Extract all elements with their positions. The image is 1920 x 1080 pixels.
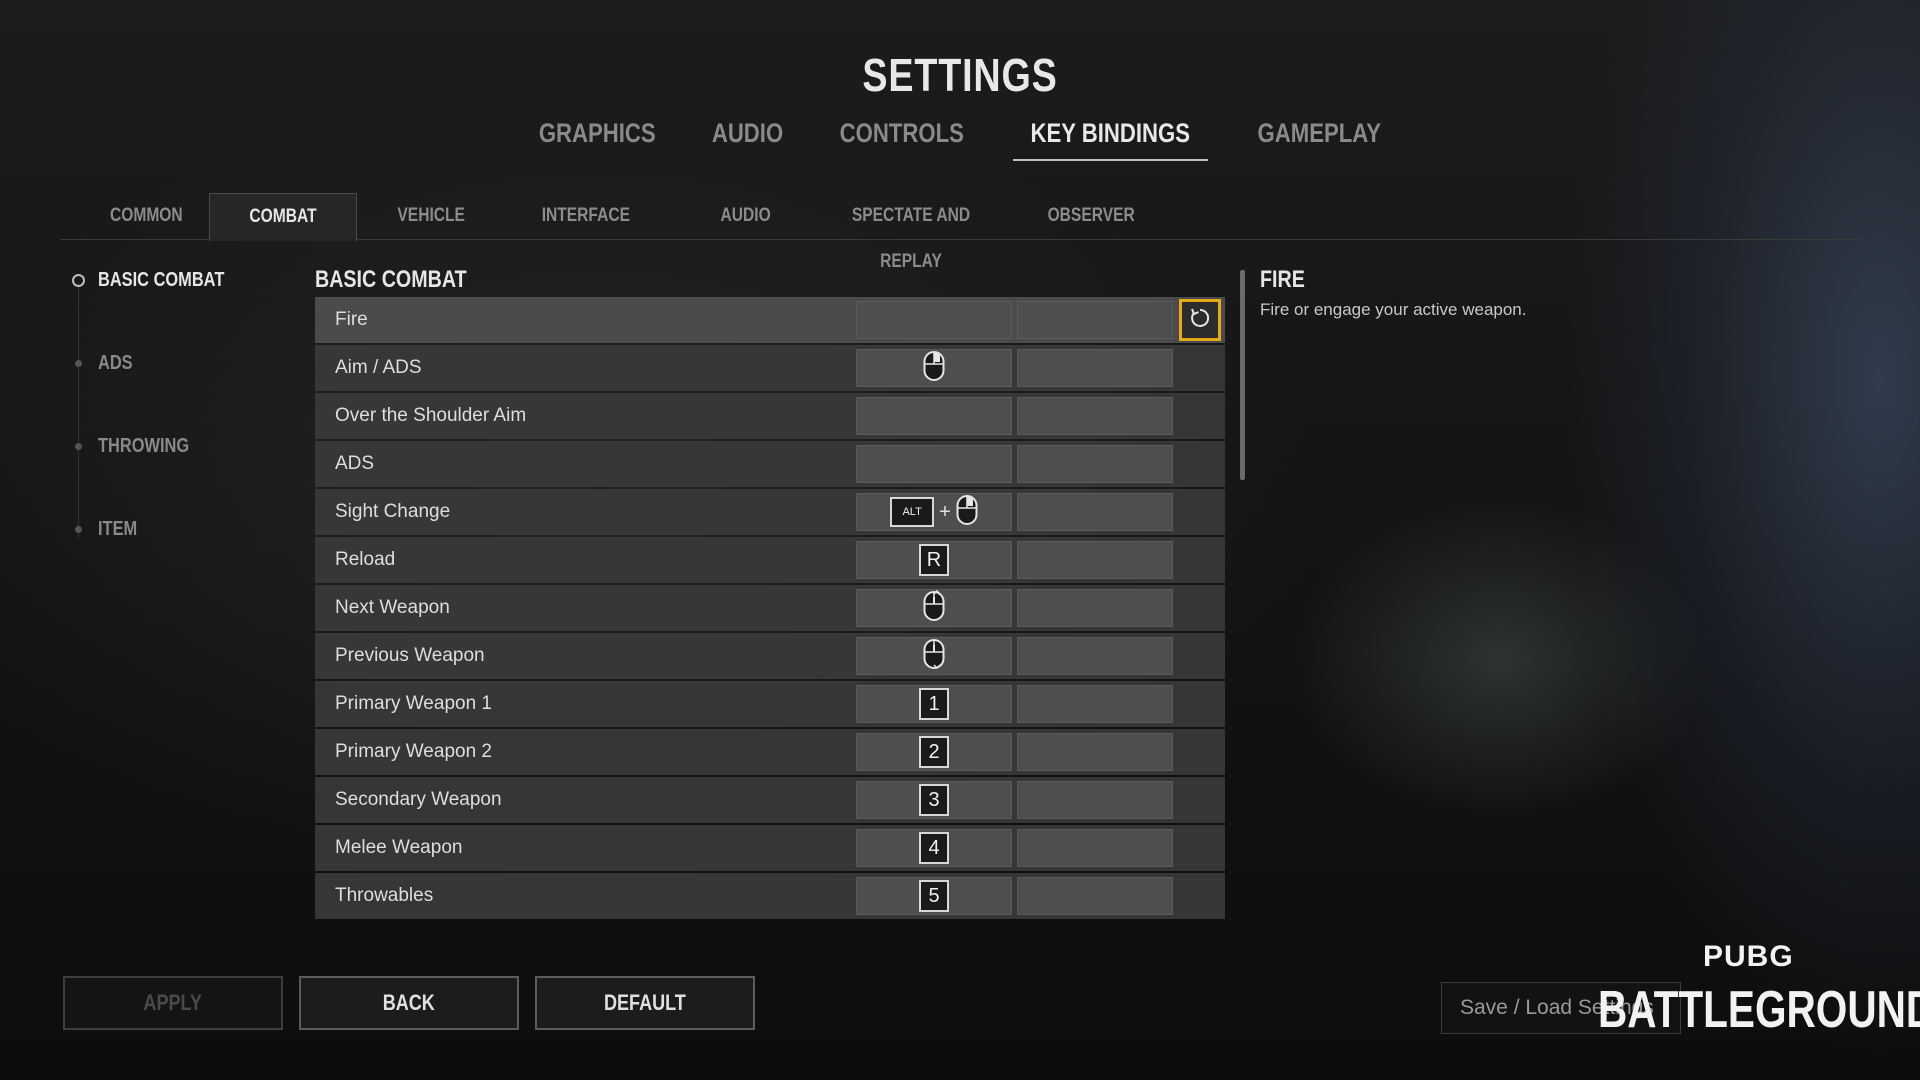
- keybinding-row[interactable]: Previous Weapon: [315, 633, 1225, 679]
- secondary-binding-slot[interactable]: [1017, 877, 1173, 915]
- primary-binding-slot[interactable]: [856, 349, 1012, 387]
- pubg-battlegrounds-logo: PUBG BATTLEGROUNDS: [1598, 940, 1920, 1040]
- scrollbar[interactable]: [1240, 270, 1245, 480]
- action-label: Primary Weapon 1: [335, 693, 492, 714]
- keybinding-list[interactable]: Fire Aim / ADS Over the Shoulder Aim ADS Sig…: [315, 297, 1225, 925]
- secondary-binding-slot[interactable]: [1017, 781, 1173, 819]
- primary-binding-slot[interactable]: 5: [856, 877, 1012, 915]
- secondary-binding-slot[interactable]: [1017, 493, 1173, 531]
- side-nav-line: [78, 283, 79, 538]
- secondary-binding-slot[interactable]: [1017, 637, 1173, 675]
- keybinding-row[interactable]: Primary Weapon 1 1: [315, 681, 1225, 727]
- keybinding-row[interactable]: Fire: [315, 297, 1225, 343]
- action-label: Throwables: [335, 885, 434, 906]
- subtab-spectate-replay[interactable]: SPECTATE AND REPLAY: [801, 193, 1021, 272]
- back-button[interactable]: BACK: [299, 976, 519, 1030]
- action-label: Fire: [335, 309, 368, 330]
- subtab-audio[interactable]: AUDIO: [681, 193, 811, 239]
- mouse-right-icon: [923, 350, 945, 387]
- mouse-wheel-down-icon: [923, 638, 945, 675]
- combo-plus: +: [939, 500, 951, 523]
- keybinding-row[interactable]: Next Weapon: [315, 585, 1225, 631]
- apply-button[interactable]: APPLY: [63, 976, 283, 1030]
- primary-binding-slot[interactable]: [856, 397, 1012, 435]
- subtab-vehicle[interactable]: VEHICLE: [361, 193, 501, 239]
- keybinding-row[interactable]: Secondary Weapon 3: [315, 777, 1225, 823]
- secondary-binding-slot[interactable]: [1017, 445, 1173, 483]
- description-text: Fire or engage your active weapon.: [1260, 300, 1527, 319]
- action-label: Reload: [335, 549, 396, 570]
- primary-binding-slot[interactable]: [856, 301, 1012, 339]
- key-cap: 1: [919, 688, 949, 720]
- secondary-binding-slot[interactable]: [1017, 541, 1173, 579]
- subtab-combat[interactable]: COMBAT: [209, 193, 357, 241]
- default-button[interactable]: DEFAULT: [535, 976, 755, 1030]
- side-nav-dot: [75, 360, 82, 367]
- keybinding-row[interactable]: Throwables 5: [315, 873, 1225, 919]
- keybinding-row[interactable]: Aim / ADS: [315, 345, 1225, 391]
- keybinding-row[interactable]: Over the Shoulder Aim: [315, 393, 1225, 439]
- description-title: FIRE: [1260, 266, 1305, 293]
- primary-binding-slot[interactable]: ALT +: [856, 493, 1012, 531]
- secondary-binding-slot[interactable]: [1017, 829, 1173, 867]
- keybinding-row[interactable]: Reload R: [315, 537, 1225, 583]
- primary-binding-slot[interactable]: [856, 637, 1012, 675]
- keybinding-row[interactable]: ADS: [315, 441, 1225, 487]
- secondary-binding-slot[interactable]: [1017, 589, 1173, 627]
- primary-binding-slot[interactable]: [856, 445, 1012, 483]
- action-label: Primary Weapon 2: [335, 741, 492, 762]
- primary-binding-slot[interactable]: [856, 589, 1012, 627]
- mouse-wheel-up-icon: [923, 589, 945, 627]
- action-label: ADS: [335, 453, 375, 474]
- secondary-binding-slot[interactable]: [1017, 349, 1173, 387]
- keybinding-row[interactable]: Melee Weapon 4: [315, 825, 1225, 871]
- primary-binding-slot[interactable]: R: [856, 541, 1012, 579]
- action-label: Aim / ADS: [335, 357, 422, 378]
- tab-audio[interactable]: AUDIO: [704, 118, 791, 161]
- tab-graphics[interactable]: GRAPHICS: [526, 118, 669, 161]
- action-label: Secondary Weapon: [335, 789, 502, 810]
- action-label: Sight Change: [335, 501, 451, 522]
- primary-binding-slot[interactable]: 3: [856, 781, 1012, 819]
- secondary-binding-slot[interactable]: [1017, 301, 1173, 339]
- reset-icon: [1189, 307, 1211, 334]
- keybinding-row[interactable]: Sight Change ALT +: [315, 489, 1225, 535]
- tab-controls[interactable]: CONTROLS: [826, 118, 978, 161]
- sub-tab-bar: COMMON COMBAT VEHICLE INTERFACE AUDIO SP…: [61, 193, 1861, 272]
- key-cap: 2: [919, 736, 949, 768]
- action-label: Next Weapon: [335, 597, 450, 618]
- top-tab-bar: GRAPHICS AUDIO CONTROLS KEY BINDINGS GAM…: [0, 118, 1920, 161]
- logo-battlegrounds-text: BATTLEGROUNDS: [1598, 981, 1920, 1039]
- key-cap: ALT: [890, 497, 935, 527]
- primary-binding-slot[interactable]: 2: [856, 733, 1012, 771]
- mouse-right-icon: [956, 494, 978, 531]
- tab-key-bindings[interactable]: KEY BINDINGS: [1013, 118, 1208, 161]
- subtab-interface[interactable]: INTERFACE: [511, 193, 661, 239]
- secondary-binding-slot[interactable]: [1017, 397, 1173, 435]
- section-title: BASIC COMBAT: [315, 266, 467, 293]
- action-label: Melee Weapon: [335, 837, 463, 858]
- primary-binding-slot[interactable]: 1: [856, 685, 1012, 723]
- side-nav: BASIC COMBAT ADS THROWING ITEM: [70, 265, 290, 545]
- side-nav-dot: [72, 274, 85, 287]
- key-cap: 5: [919, 880, 949, 912]
- side-nav-dot: [75, 443, 82, 450]
- secondary-binding-slot[interactable]: [1017, 685, 1173, 723]
- key-cap: 4: [919, 832, 949, 864]
- action-label: Over the Shoulder Aim: [335, 405, 527, 426]
- subtab-observer[interactable]: OBSERVER: [1016, 193, 1166, 239]
- key-cap: R: [919, 544, 949, 576]
- side-nav-dot: [75, 526, 82, 533]
- action-label: Previous Weapon: [335, 645, 485, 666]
- reset-binding-button[interactable]: [1179, 299, 1221, 341]
- logo-pubg-text: PUBG: [1703, 940, 1794, 973]
- page-title: SETTINGS: [862, 49, 1058, 101]
- key-cap: 3: [919, 784, 949, 816]
- primary-binding-slot[interactable]: 4: [856, 829, 1012, 867]
- tab-gameplay[interactable]: GAMEPLAY: [1244, 118, 1395, 161]
- secondary-binding-slot[interactable]: [1017, 733, 1173, 771]
- subtab-common[interactable]: COMMON: [76, 193, 216, 239]
- keybinding-row[interactable]: Primary Weapon 2 2: [315, 729, 1225, 775]
